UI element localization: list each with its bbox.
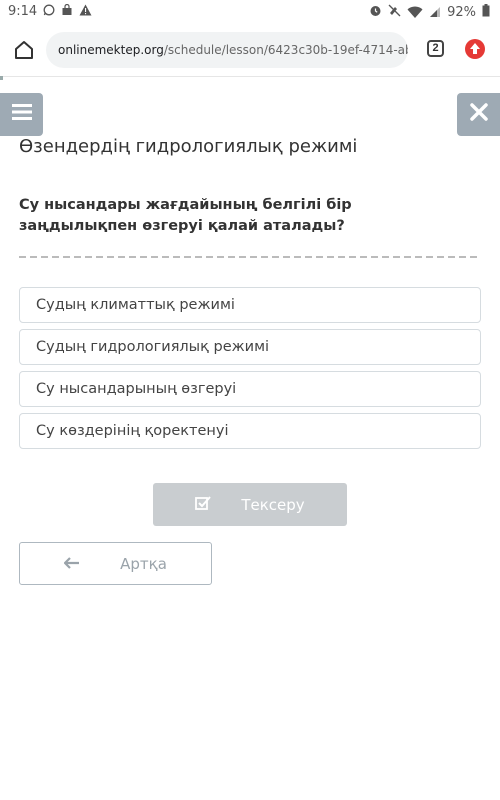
scroll-indicator	[0, 76, 3, 80]
back-button[interactable]: Артқа	[19, 542, 212, 585]
status-right: 92%	[369, 4, 490, 20]
url-host: onlinemektep.org	[58, 43, 164, 57]
battery-icon	[482, 4, 490, 20]
question-divider	[19, 256, 481, 258]
warning-icon	[79, 4, 92, 19]
arrow-left-icon	[64, 555, 80, 573]
status-bar: 9:14 92%	[0, 0, 500, 24]
home-icon[interactable]	[12, 38, 36, 62]
close-icon	[469, 103, 488, 126]
question-text: Су нысандары жағдайының белгілі бір заңд…	[19, 197, 352, 234]
close-button[interactable]	[457, 93, 500, 136]
mute-icon	[388, 4, 401, 20]
status-left: 9:14	[8, 3, 92, 19]
status-time: 9:14	[8, 4, 38, 19]
shopping-bag-icon	[61, 3, 73, 19]
check-button[interactable]: Тексеру	[153, 483, 347, 526]
back-button-label: Артқа	[120, 554, 167, 573]
answer-option[interactable]: Су нысандарының өзгеруі	[19, 371, 481, 407]
answer-option[interactable]: Су көздерінің қоректенуі	[19, 413, 481, 449]
check-button-label: Тексеру	[241, 495, 305, 514]
alarm-icon	[369, 4, 382, 20]
lesson-title: Өзендердің гидрологиялық режимі	[19, 136, 358, 157]
whatsapp-icon	[43, 4, 55, 19]
upload-icon[interactable]	[464, 38, 486, 60]
address-bar[interactable]: onlinemektep.org/schedule/lesson/6423c30…	[46, 32, 408, 68]
wifi-icon	[407, 6, 423, 19]
battery-percent: 92%	[447, 4, 476, 20]
menu-button[interactable]	[0, 93, 43, 136]
url-path: /schedule/lesson/6423c30b-19ef-4714-ab	[163, 43, 408, 57]
signal-icon	[429, 6, 441, 18]
tab-switcher-button[interactable]: 2	[427, 40, 444, 57]
answer-option[interactable]: Судың гидрологиялық режимі	[19, 329, 481, 365]
answer-option[interactable]: Судың климаттық режимі	[19, 287, 481, 323]
checkbox-icon	[195, 495, 212, 514]
menu-icon	[11, 103, 32, 126]
browser-toolbar: onlinemektep.org/schedule/lesson/6423c30…	[0, 24, 500, 77]
